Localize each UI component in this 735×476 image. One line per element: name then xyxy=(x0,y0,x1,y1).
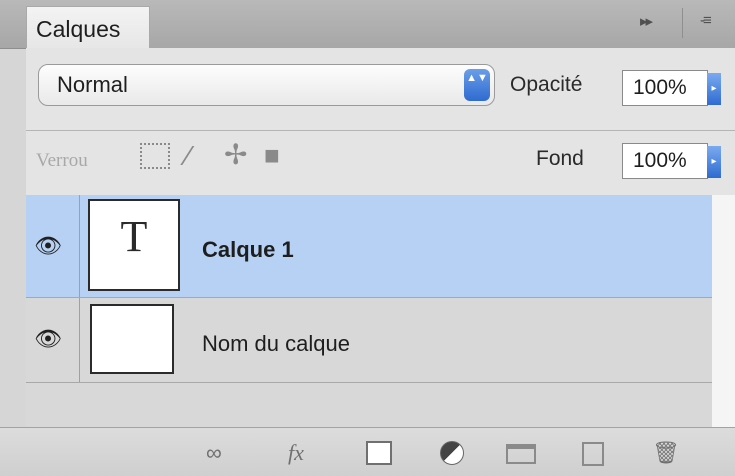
layer-name[interactable]: Nom du calque xyxy=(202,331,350,357)
fill-label: Fond xyxy=(536,147,584,170)
lock-transparent-icon[interactable] xyxy=(140,143,170,169)
opacity-arrow-icon[interactable]: ▸ xyxy=(707,73,721,105)
layers-panel: Calques ▸▸ -≡ Normal ▲▼ Opacité 100% ▸ V… xyxy=(0,0,735,476)
opacity-field[interactable]: 100% ▸ xyxy=(622,70,721,106)
layer-thumbnail[interactable]: T xyxy=(88,199,180,291)
lock-label: Verrou xyxy=(36,150,88,171)
tab-label: Calques xyxy=(36,16,121,42)
blend-mode-select[interactable]: Normal ▲▼ xyxy=(38,64,495,106)
new-group-icon[interactable] xyxy=(506,444,536,464)
fill-arrow-icon[interactable]: ▸ xyxy=(707,146,721,178)
link-layers-icon[interactable]: ∞ xyxy=(206,440,222,466)
trash-icon[interactable]: 🗑 xyxy=(652,440,680,466)
opacity-label: Opacité xyxy=(510,73,583,96)
scroll-area[interactable] xyxy=(712,195,735,427)
opacity-value: 100% xyxy=(633,76,687,99)
lock-paint-icon[interactable]: ⁄ xyxy=(186,140,191,172)
chevron-updown-icon[interactable]: ▲▼ xyxy=(464,69,490,101)
eye-icon[interactable]: 👁 xyxy=(34,326,62,352)
visibility-toggle[interactable]: 👁 xyxy=(26,298,80,382)
eye-icon[interactable]: 👁 xyxy=(34,233,62,259)
divider xyxy=(26,130,735,131)
new-layer-icon[interactable] xyxy=(582,442,604,466)
fill-value: 100% xyxy=(633,149,687,172)
add-mask-icon[interactable] xyxy=(366,441,392,465)
adjustment-layer-icon[interactable] xyxy=(440,441,464,465)
collapse-panel-button[interactable]: ▸▸ xyxy=(640,12,653,30)
text-layer-icon: T xyxy=(120,212,148,261)
visibility-toggle[interactable]: 👁 xyxy=(26,195,80,297)
blend-mode-value: Normal xyxy=(57,72,128,97)
fill-field[interactable]: 100% ▸ xyxy=(622,143,721,179)
layer-name[interactable]: Calque 1 xyxy=(202,237,294,263)
lock-position-icon[interactable]: ✢ xyxy=(224,138,247,171)
layer-row-calque-1[interactable]: 👁 T Calque 1 xyxy=(26,195,712,298)
lock-all-icon[interactable]: ■ xyxy=(264,140,280,171)
tab-calques[interactable]: Calques xyxy=(26,6,150,50)
panel-footer: ∞ fx 🗑 xyxy=(0,427,735,476)
blend-arrows: ▲▼ xyxy=(466,72,488,84)
layer-list: 👁 T Calque 1 👁 Nom du calque xyxy=(26,195,712,427)
panel-header: Calques ▸▸ -≡ xyxy=(0,0,735,50)
layer-thumbnail[interactable] xyxy=(90,304,174,374)
layer-row-nom-du-calque[interactable]: 👁 Nom du calque xyxy=(26,298,712,383)
header-divider xyxy=(682,8,683,38)
fx-icon[interactable]: fx xyxy=(288,440,304,466)
panel-menu-button[interactable]: -≡ xyxy=(700,12,712,29)
